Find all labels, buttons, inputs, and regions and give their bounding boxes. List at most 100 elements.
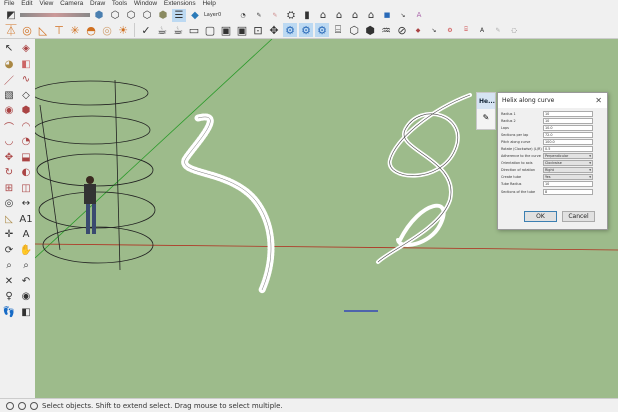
geo-icon[interactable] bbox=[18, 401, 26, 410]
protractor-icon[interactable]: ◺ bbox=[36, 23, 50, 37]
gear-blue-icon[interactable]: ⚙ bbox=[283, 23, 297, 37]
arrow-small-icon[interactable]: ↘ bbox=[396, 9, 410, 22]
window2-icon[interactable]: ▣ bbox=[235, 23, 249, 37]
cancel-button[interactable]: Cancel bbox=[562, 211, 595, 222]
menu-tools[interactable]: Tools bbox=[112, 0, 127, 7]
menu-view[interactable]: View bbox=[39, 0, 53, 7]
frame-icon[interactable]: ▢ bbox=[203, 23, 217, 37]
shaded-icon[interactable]: ⬡ bbox=[140, 9, 154, 22]
cube-plus-icon[interactable]: ⬡ bbox=[347, 23, 361, 37]
ok-button[interactable]: OK bbox=[524, 211, 557, 222]
menu-draw[interactable]: Draw bbox=[90, 0, 105, 7]
field-dropdown[interactable]: Perpendicular bbox=[543, 153, 593, 160]
render-icon[interactable]: ▭ bbox=[187, 23, 201, 37]
color-icon[interactable]: ■ bbox=[380, 9, 394, 22]
field-input[interactable]: 10 bbox=[543, 110, 593, 117]
house-icon[interactable]: ⌂ bbox=[316, 9, 330, 22]
door-icon[interactable]: ▮ bbox=[300, 9, 314, 22]
field-input[interactable]: 10.0 bbox=[543, 124, 593, 131]
rotated-rect-icon[interactable]: ◇ bbox=[18, 88, 34, 103]
menu-edit[interactable]: Edit bbox=[21, 0, 32, 7]
offset-icon[interactable]: ◫ bbox=[18, 181, 34, 196]
shaded-textures-icon[interactable]: ⬢ bbox=[156, 9, 170, 22]
follow-me-icon[interactable]: ◐ bbox=[18, 165, 34, 180]
circle-tool-icon[interactable]: ◉ bbox=[1, 103, 17, 118]
menu-extensions[interactable]: Extensions bbox=[164, 0, 196, 7]
dome-icon[interactable]: ◓ bbox=[84, 23, 98, 37]
tape-measure-icon[interactable]: ◎ bbox=[1, 196, 17, 211]
pan-icon[interactable]: ✋ bbox=[18, 243, 34, 258]
style-icon[interactable]: ◩ bbox=[4, 9, 18, 22]
select-icon[interactable]: ↖ bbox=[1, 41, 17, 56]
line-icon[interactable]: ／ bbox=[1, 72, 17, 87]
eraser-icon[interactable]: ✎ bbox=[268, 9, 282, 22]
field-input[interactable]: 10 bbox=[543, 117, 593, 124]
rotate-icon[interactable]: ↻ bbox=[1, 165, 17, 180]
field-input[interactable]: 0.5 bbox=[543, 145, 593, 152]
grass-icon[interactable]: ♒ bbox=[379, 23, 393, 37]
field-input[interactable]: 72.0 bbox=[543, 131, 593, 138]
plugin7-icon[interactable]: ◌ bbox=[507, 23, 521, 37]
eraser-icon[interactable]: ◧ bbox=[18, 57, 34, 72]
protractor-tool-icon[interactable]: ◺ bbox=[1, 212, 17, 227]
freehand-icon[interactable]: ∿ bbox=[18, 72, 34, 87]
look-around-icon[interactable]: ◉ bbox=[18, 289, 34, 304]
teapot-hand-icon[interactable]: ☕ bbox=[171, 23, 185, 37]
arc2-icon[interactable]: ◠ bbox=[18, 119, 34, 134]
arc-icon[interactable]: ⌒ bbox=[1, 119, 17, 134]
pencil-icon[interactable]: ✎ bbox=[252, 9, 266, 22]
dimension-icon[interactable]: ↔ bbox=[18, 196, 34, 211]
circle-icon[interactable]: ◎ bbox=[20, 23, 34, 37]
plugin5-icon[interactable]: A bbox=[475, 23, 489, 37]
teapot-icon[interactable]: ☕ bbox=[155, 23, 169, 37]
plugin6-icon[interactable]: ✎ bbox=[491, 23, 505, 37]
light-icon[interactable]: ☀ bbox=[116, 23, 130, 37]
cube-bold-icon[interactable]: ⬢ bbox=[363, 23, 377, 37]
roof-icon[interactable]: ⌂ bbox=[364, 9, 378, 22]
hidden-line-icon[interactable]: ⬡ bbox=[124, 9, 138, 22]
menu-file[interactable]: File bbox=[4, 0, 14, 7]
info-icon[interactable] bbox=[6, 401, 14, 410]
zoom-extents-icon[interactable]: ✕ bbox=[1, 274, 17, 289]
move-icon[interactable]: ✥ bbox=[267, 23, 281, 37]
layer-icon[interactable]: ◔ bbox=[236, 9, 250, 22]
home-outline-icon[interactable]: ⌂ bbox=[348, 9, 362, 22]
text-a-icon[interactable]: A bbox=[412, 9, 426, 22]
mini-panel-title[interactable]: He... bbox=[477, 93, 495, 109]
position-camera-icon[interactable]: ♀ bbox=[1, 289, 17, 304]
close-icon[interactable]: ✕ bbox=[595, 96, 602, 105]
xray-icon[interactable]: ⬢ bbox=[92, 9, 106, 22]
user-icon[interactable] bbox=[30, 401, 38, 410]
menu-help[interactable]: Help bbox=[202, 0, 215, 7]
rectangle-icon[interactable]: ▧ bbox=[1, 88, 17, 103]
section-plane-icon[interactable]: ◧ bbox=[18, 305, 34, 320]
funnel-icon[interactable]: ⏄ bbox=[4, 23, 18, 37]
polygon-icon[interactable]: ⬢ bbox=[18, 103, 34, 118]
axes-icon[interactable]: ✛ bbox=[1, 227, 17, 242]
gear-blue2-icon[interactable]: ⚙ bbox=[299, 23, 313, 37]
tape-icon[interactable]: ⊤ bbox=[52, 23, 66, 37]
push-pull-icon[interactable]: ⬓ bbox=[18, 150, 34, 165]
table-icon[interactable]: ⌸ bbox=[331, 23, 345, 37]
previous-icon[interactable]: ↶ bbox=[18, 274, 34, 289]
make-component-icon[interactable]: ◈ bbox=[18, 41, 34, 56]
target-icon[interactable]: ◎ bbox=[100, 23, 114, 37]
field-dropdown[interactable]: Clockwise bbox=[543, 160, 593, 167]
plugin1-icon[interactable]: ◆ bbox=[411, 23, 425, 37]
warehouse-icon[interactable]: ⛭ bbox=[284, 9, 298, 22]
wireframe-icon[interactable]: ⬡ bbox=[108, 9, 122, 22]
arc3-icon[interactable]: ◡ bbox=[1, 134, 17, 149]
paint-bucket-icon[interactable]: ◕ bbox=[1, 57, 17, 72]
pie-icon[interactable]: ◔ bbox=[18, 134, 34, 149]
move-tool-icon[interactable]: ✥ bbox=[1, 150, 17, 165]
check-icon[interactable]: ✓ bbox=[139, 23, 153, 37]
field-input[interactable]: 10 bbox=[543, 181, 593, 188]
field-dropdown[interactable]: Right bbox=[543, 167, 593, 174]
3d-text-icon[interactable]: A bbox=[18, 227, 34, 242]
monochrome-icon[interactable]: ☰ bbox=[172, 8, 186, 22]
mini-panel-tool-icon[interactable]: ✎ bbox=[477, 109, 495, 122]
window-icon[interactable]: ▣ bbox=[219, 23, 233, 37]
zoom-window-icon[interactable]: ⌕ bbox=[18, 258, 34, 273]
lock-icon[interactable]: ⊡ bbox=[251, 23, 265, 37]
orbit-icon[interactable]: ⟳ bbox=[1, 243, 17, 258]
